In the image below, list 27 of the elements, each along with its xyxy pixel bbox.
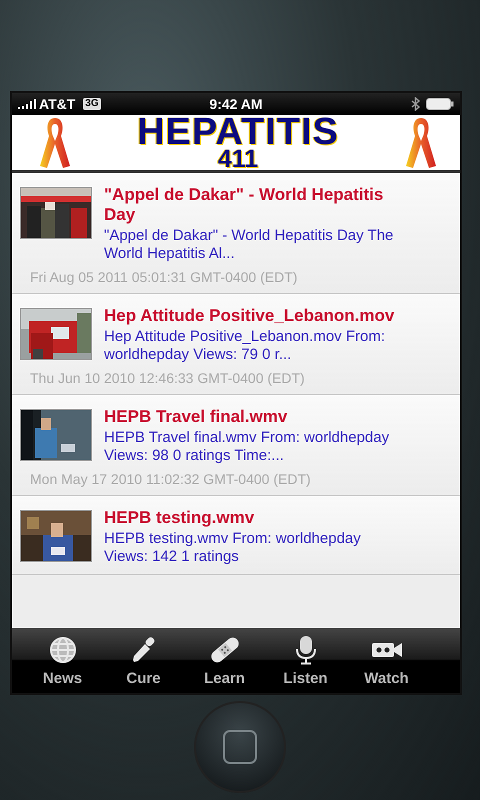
awareness-ribbon-icon <box>404 116 438 170</box>
video-description: Hep Attitude Positive_Lebanon.mov From: worldhepday Views: 79 0 r... <box>104 328 386 364</box>
signal-icon <box>18 99 36 109</box>
tab-button[interactable]: Listen <box>265 628 346 693</box>
video-date: Fri Aug 05 2011 05:01:31 GMT-0400 (EDT) <box>30 269 298 285</box>
battery-icon <box>426 98 454 110</box>
carrier-name: AT&T <box>39 96 76 112</box>
network-type: 3G <box>83 98 101 110</box>
bluetooth-icon <box>411 97 420 111</box>
microphone-icon <box>294 635 318 665</box>
video-description: "Appel de Dakar" - World Hepatitis Day The World Hepatitis Al... <box>104 227 394 263</box>
tab-button[interactable]: News <box>22 628 103 693</box>
awareness-ribbon-icon <box>38 116 72 170</box>
video-title[interactable]: Hep Attitude Positive_Lebanon.mov <box>104 306 404 326</box>
video-description: HEPB Travel final.wmv From: worldhepday Views: 98 0 ratings Time:... <box>104 429 390 465</box>
clock-time: 9:42 AM <box>209 96 263 112</box>
tab-button[interactable]: Watch <box>346 628 427 693</box>
video-date: Mon May 17 2010 11:02:32 GMT-0400 (EDT) <box>30 471 312 487</box>
tab-button[interactable]: Cure <box>103 628 184 693</box>
tab-button[interactable]: Learn <box>184 628 265 693</box>
video-camera-icon <box>370 640 402 660</box>
video-title[interactable]: HEPB testing.wmv <box>104 508 404 528</box>
video-date: Thu Jun 10 2010 12:46:33 GMT-0400 (EDT) <box>30 370 306 386</box>
video-title[interactable]: HEPB Travel final.wmv <box>104 407 404 427</box>
video-description: HEPB testing.wmv From: worldhepday Views: 142 1 ratings <box>104 530 362 566</box>
globe-icon <box>48 635 78 665</box>
video-title[interactable]: "Appel de Dakar" - World Hepatitis Day <box>104 185 404 225</box>
